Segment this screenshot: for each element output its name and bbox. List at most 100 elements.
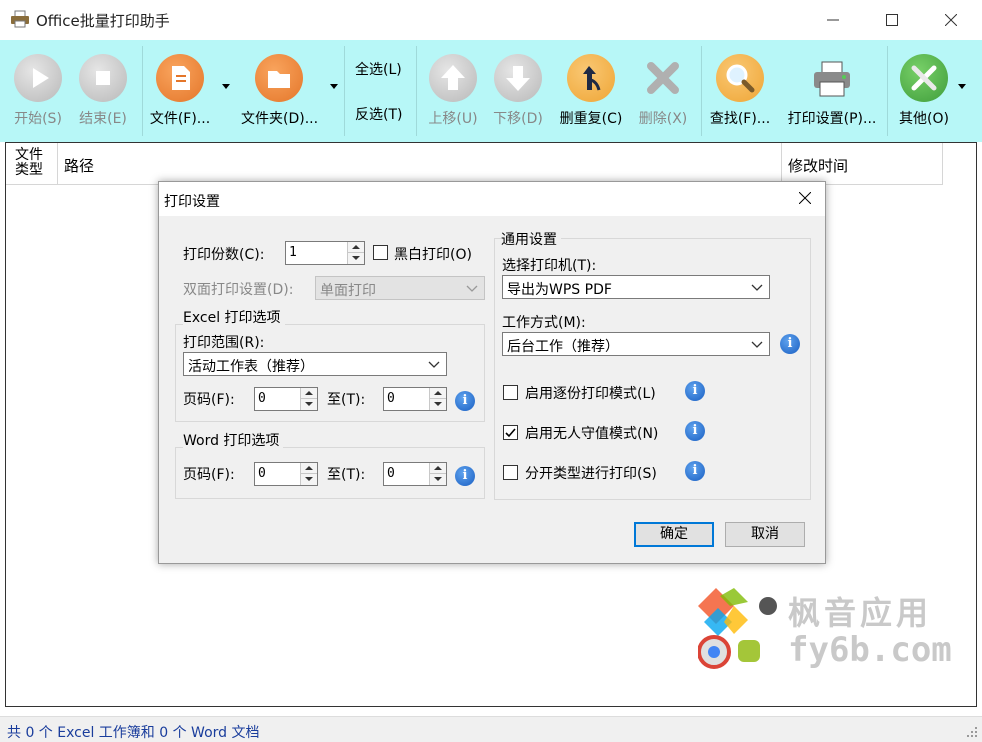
column-modified-label: 修改时间 [788,157,849,175]
info-icon[interactable]: i [685,461,705,481]
folder-dropdown-icon[interactable] [330,84,338,89]
delete-label: 删除(X) [638,111,688,127]
stop-label: 结束(E) [79,111,127,127]
copies-up-button[interactable] [348,242,364,253]
move-down-label: 下移(D) [493,111,543,127]
work-mode-label: 工作方式(M): [502,315,586,331]
excel-to-up-button[interactable] [430,388,446,399]
find-button[interactable]: 查找(F)... [710,40,770,142]
printer-select[interactable]: 导出为WPS PDF [502,275,770,299]
arrow-down-icon [494,54,542,102]
word-from-down-button[interactable] [301,474,317,485]
info-icon[interactable]: i [685,421,705,441]
minimize-button[interactable] [807,0,859,40]
invert-selection-button[interactable]: 反选(T) [355,104,402,124]
printer-value: 导出为WPS PDF [507,282,612,298]
maximize-icon [886,14,898,26]
tools-icon [900,54,948,102]
word-page-to-stepper[interactable]: 0 [383,462,447,486]
copies-stepper[interactable]: 1 [285,241,365,265]
play-icon [14,54,62,102]
close-button[interactable] [925,0,977,40]
chevron-down-icon [751,284,763,291]
split-type-checkbox[interactable] [503,465,518,480]
delete-button[interactable]: 删除(X) [636,40,690,142]
dialog-title-bar: 打印设置 [159,182,825,216]
work-mode-select[interactable]: 后台工作（推荐） [502,332,770,356]
dialog-title: 打印设置 [164,194,220,210]
remove-duplicates-button[interactable]: 删重复(C) [560,40,622,142]
other-button[interactable]: 其他(O) [898,40,950,142]
duplex-label: 双面打印设置(D): [183,282,294,298]
general-group-title: 通用设置 [501,229,561,249]
column-header-modified[interactable]: 修改时间 [782,143,943,185]
move-up-button[interactable]: 上移(U) [426,40,480,142]
chevron-down-icon [751,341,763,348]
copies-label: 打印份数(C): [183,247,265,263]
excel-page-from-stepper[interactable]: 0 [254,387,318,411]
select-all-button[interactable]: 全选(L) [355,59,402,79]
stop-button[interactable]: 结束(E) [75,40,131,142]
move-down-button[interactable]: 下移(D) [491,40,545,142]
print-range-value: 活动工作表（推荐） [188,359,314,375]
dialog-close-icon[interactable] [799,192,811,204]
info-icon[interactable]: i [780,334,800,354]
column-path-label: 路径 [64,157,95,175]
duplex-select[interactable]: 单面打印 [315,276,485,300]
word-to-up-button[interactable] [430,463,446,474]
add-folder-button[interactable]: 文件夹(D)... [241,40,318,142]
collate-checkbox[interactable] [503,385,518,400]
excel-page-to-value: 0 [387,391,395,406]
excel-page-to-stepper[interactable]: 0 [383,387,447,411]
excel-page-from-value: 0 [258,391,266,406]
excel-from-up-button[interactable] [301,388,317,399]
copies-value: 1 [289,245,297,260]
chevron-down-icon [466,285,478,292]
watermark-logo-icon [698,588,777,669]
folder-icon [255,54,303,102]
window-title: Office批量打印助手 [36,12,170,30]
remove-duplicates-label: 删重复(C) [559,111,623,127]
close-icon [945,14,957,26]
excel-to-down-button[interactable] [430,399,446,410]
status-bar: 共 0 个 Excel 工作簿和 0 个 Word 文档 [0,716,982,742]
excel-to-label: 至(T): [327,392,366,408]
print-settings-button[interactable]: 打印设置(P)... [788,40,876,142]
unattended-label: 启用无人守值模式(N) [525,426,659,442]
unattended-checkbox[interactable] [503,425,518,440]
add-file-button[interactable]: 文件(F)... [150,40,210,142]
excel-from-down-button[interactable] [301,399,317,410]
column-header-path[interactable]: 路径 [58,143,782,185]
bw-print-checkbox[interactable] [373,245,388,260]
title-bar: Office批量打印助手 [0,0,982,40]
other-dropdown-icon[interactable] [958,84,966,89]
excel-group-title: Excel 打印选项 [183,307,285,327]
column-header-type[interactable]: 文件 类型 [6,143,58,185]
info-icon[interactable]: i [455,391,475,411]
delete-x-icon [639,54,687,102]
print-settings-label: 打印设置(P)... [787,111,877,127]
print-range-label: 打印范围(R): [183,335,265,351]
print-settings-dialog: 打印设置 打印份数(C): 1 黑白打印(O) 双面打印设置(D): 单面打印 … [158,181,826,564]
info-icon[interactable]: i [685,381,705,401]
copies-down-button[interactable] [348,253,364,264]
info-icon[interactable]: i [455,466,475,486]
resize-grip-icon[interactable] [966,726,978,738]
duplex-value: 单面打印 [320,283,376,299]
split-type-label: 分开类型进行打印(S) [525,466,657,482]
watermark-domain: fy6b.com [788,630,952,670]
cancel-button[interactable]: 取消 [725,522,805,547]
word-to-down-button[interactable] [430,474,446,485]
file-dropdown-icon[interactable] [222,84,230,89]
printer-app-icon [11,10,29,28]
ok-button[interactable]: 确定 [634,522,714,547]
toolbar-separator [344,46,345,136]
maximize-button[interactable] [866,0,918,40]
word-page-from-stepper[interactable]: 0 [254,462,318,486]
status-text: 共 0 个 Excel 工作簿和 0 个 Word 文档 [7,725,260,741]
word-from-up-button[interactable] [301,463,317,474]
print-range-select[interactable]: 活动工作表（推荐） [183,352,447,376]
word-page-from-value: 0 [258,466,266,481]
start-button[interactable]: 开始(S) [10,40,66,142]
bw-print-label: 黑白打印(O) [394,247,472,263]
